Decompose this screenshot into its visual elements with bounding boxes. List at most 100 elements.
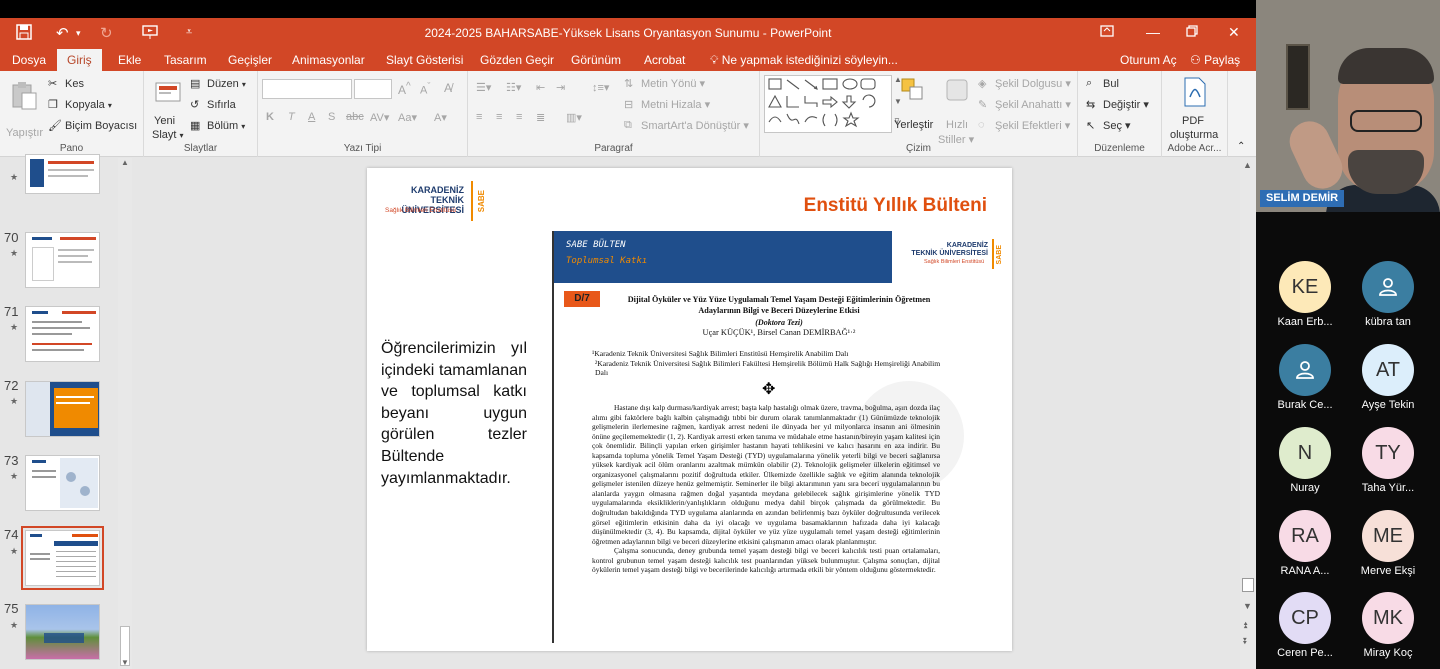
previous-slide-icon[interactable]: ⏫︎	[1243, 620, 1248, 631]
ribbon-display-options-icon[interactable]	[1100, 24, 1114, 40]
create-pdf-label-1[interactable]: PDF	[1182, 115, 1204, 127]
shape-outline-button[interactable]: ✎ Şekil Anahattı ▾	[978, 98, 1071, 112]
increase-indent-icon[interactable]: ⇥	[556, 81, 565, 94]
align-text-button[interactable]: ⊟ Metni Hizala ▾	[624, 98, 710, 112]
collapse-ribbon-icon[interactable]: ⌃	[1237, 141, 1245, 152]
tab-gozden-gecir[interactable]: Gözden Geçir	[480, 53, 554, 67]
copy-button[interactable]: ❐ Kopyala ▾	[48, 98, 112, 112]
shadow-icon[interactable]: S	[328, 111, 335, 123]
paste-icon[interactable]	[10, 81, 38, 110]
align-center-icon[interactable]: ≡	[496, 111, 502, 123]
participant-tile[interactable]: N Nuray	[1265, 427, 1345, 503]
numbering-icon[interactable]: ☷▾	[506, 81, 521, 94]
tab-dosya[interactable]: Dosya	[12, 53, 46, 67]
shape-effects-button[interactable]: ◌ Şekil Efektleri ▾	[978, 119, 1070, 133]
columns-icon[interactable]: ▥▾	[566, 111, 582, 124]
participant-tile[interactable]: CP Ceren Pe...	[1265, 592, 1345, 668]
replace-button[interactable]: ⇆ Değiştir ▾	[1086, 98, 1149, 112]
font-size-input[interactable]	[354, 79, 392, 99]
cut-button[interactable]: ✂ Kes	[48, 77, 84, 91]
smartart-button[interactable]: ⧉ SmartArt'a Dönüştür ▾	[624, 119, 749, 133]
tab-gorunum[interactable]: Görünüm	[571, 53, 621, 67]
next-slide-icon[interactable]: ⏬︎	[1243, 636, 1248, 647]
decrease-indent-icon[interactable]: ⇤	[536, 81, 545, 94]
format-painter-button[interactable]: 🖌︎ Biçim Boyacısı	[48, 119, 137, 133]
pdf-icon[interactable]	[1182, 77, 1210, 107]
participant-tile[interactable]: RA RANA A...	[1265, 510, 1345, 586]
slide-canvas[interactable]: KARADENİZ TEKNİK ÜNİVERSİTESİ Sağlık Bil…	[367, 168, 1012, 651]
scroll-up-icon[interactable]: ▲	[121, 158, 129, 167]
tab-acrobat[interactable]: Acrobat	[644, 53, 685, 67]
select-button[interactable]: ↖ Seç ▾	[1086, 119, 1131, 133]
participant-tile[interactable]: TY Taha Yür...	[1348, 427, 1428, 503]
participant-tile[interactable]: kübra tan	[1348, 261, 1428, 337]
char-spacing-icon[interactable]: AV▾	[370, 111, 389, 124]
text-direction-button[interactable]: ⇅ Metin Yönü ▾	[624, 77, 705, 91]
presenter-video[interactable]: SELİM DEMİR	[1256, 0, 1440, 212]
slide-thumbnail[interactable]	[25, 306, 100, 362]
slide-thumbnail[interactable]	[25, 455, 100, 511]
create-pdf-button[interactable]: oluşturma	[1170, 129, 1218, 141]
slide-thumbnail[interactable]	[25, 154, 100, 194]
tab-giris[interactable]: Giriş	[57, 49, 102, 71]
arrange-icon[interactable]	[900, 77, 928, 105]
scroll-down-icon[interactable]: ▼	[1243, 601, 1252, 611]
minimize-icon[interactable]: —	[1146, 24, 1160, 40]
tab-animasyonlar[interactable]: Animasyonlar	[292, 53, 365, 67]
sign-in-link[interactable]: Oturum Aç	[1120, 53, 1177, 67]
slide-thumbnail[interactable]	[25, 232, 100, 288]
arrange-button[interactable]: Yerleştir	[894, 119, 933, 131]
layout-button[interactable]: ▤ Düzen ▾	[190, 77, 246, 91]
font-color-icon[interactable]: A▾	[434, 111, 447, 124]
increase-font-icon[interactable]: A^	[398, 81, 411, 97]
participant-tile[interactable]: Burak Ce...	[1265, 344, 1345, 420]
tab-gecisler[interactable]: Geçişler	[228, 53, 272, 67]
scroll-up-icon[interactable]: ▲	[1243, 160, 1252, 170]
reset-button[interactable]: ↺ Sıfırla	[190, 98, 236, 112]
tab-tasarim[interactable]: Tasarım	[164, 53, 207, 67]
new-slide-button[interactable]: Slayt ▾	[152, 129, 184, 141]
clear-formatting-icon[interactable]: A̸	[444, 81, 452, 95]
tell-me-box[interactable]: 💡︎ Ne yapmak istediğinizi söyleyin...	[710, 53, 898, 68]
underline-icon[interactable]: A	[308, 111, 315, 123]
align-left-icon[interactable]: ≡	[476, 111, 482, 123]
italic-icon[interactable]: T	[288, 111, 295, 123]
shapes-gallery[interactable]	[764, 75, 892, 133]
editor-scroll-handle[interactable]	[1242, 578, 1254, 592]
slide-body-text[interactable]: Öğrencilerimizin yıl içindeki tamamlanan…	[381, 338, 527, 489]
tab-ekle[interactable]: Ekle	[118, 53, 141, 67]
slide-title[interactable]: Enstitü Yıllık Bülteni	[767, 195, 987, 217]
slide-thumbnail-selected[interactable]	[21, 526, 104, 590]
bullets-icon[interactable]: ☰▾	[476, 81, 491, 94]
strikethrough-icon[interactable]: abc	[346, 111, 364, 123]
change-case-icon[interactable]: Aa▾	[398, 111, 417, 124]
share-button[interactable]: ⚇ Paylaş	[1190, 53, 1240, 67]
restore-icon[interactable]	[1186, 24, 1198, 40]
new-slide-label-1[interactable]: Yeni	[154, 115, 175, 127]
slide-thumbnail[interactable]	[25, 381, 100, 437]
paste-button[interactable]: Yapıştır	[6, 127, 43, 139]
decrease-font-icon[interactable]: Aˇ	[420, 81, 430, 97]
editor-scrollbar[interactable]: ▲ ▼ ⏫︎ ⏬︎	[1240, 158, 1256, 669]
bold-icon[interactable]: K	[266, 111, 274, 123]
tab-slayt-gosterisi[interactable]: Slayt Gösterisi	[386, 53, 463, 67]
shape-fill-button[interactable]: ◈ Şekil Dolgusu ▾	[978, 77, 1071, 91]
font-name-input[interactable]	[262, 79, 352, 99]
participant-tile[interactable]: ME Merve Ekşi	[1348, 510, 1428, 586]
thumbnail-scrollbar[interactable]: ▲ ▼	[118, 158, 132, 669]
participant-tile[interactable]: AT Ayşe Tekin	[1348, 344, 1428, 420]
bulletin-page-image[interactable]: SABE BÜLTEN Toplumsal Katkı KARADENİZ TE…	[552, 231, 1012, 643]
close-icon[interactable]: ✕	[1228, 24, 1240, 41]
section-button[interactable]: ▦ Bölüm ▾	[190, 119, 245, 133]
quick-styles-label-1[interactable]: Hızlı	[946, 119, 968, 131]
line-spacing-icon[interactable]: ↕≡▾	[592, 81, 609, 94]
slide-thumbnail[interactable]	[25, 604, 100, 660]
new-slide-icon[interactable]	[154, 79, 182, 107]
justify-icon[interactable]: ≣	[536, 111, 545, 124]
find-button[interactable]: ⌕ Bul	[1086, 77, 1119, 91]
quick-styles-icon[interactable]	[944, 77, 972, 105]
scroll-down-icon[interactable]: ▼	[121, 658, 129, 667]
participant-tile[interactable]: KE Kaan Erb...	[1265, 261, 1345, 337]
align-right-icon[interactable]: ≡	[516, 111, 522, 123]
participant-tile[interactable]: MK Miray Koç	[1348, 592, 1428, 668]
